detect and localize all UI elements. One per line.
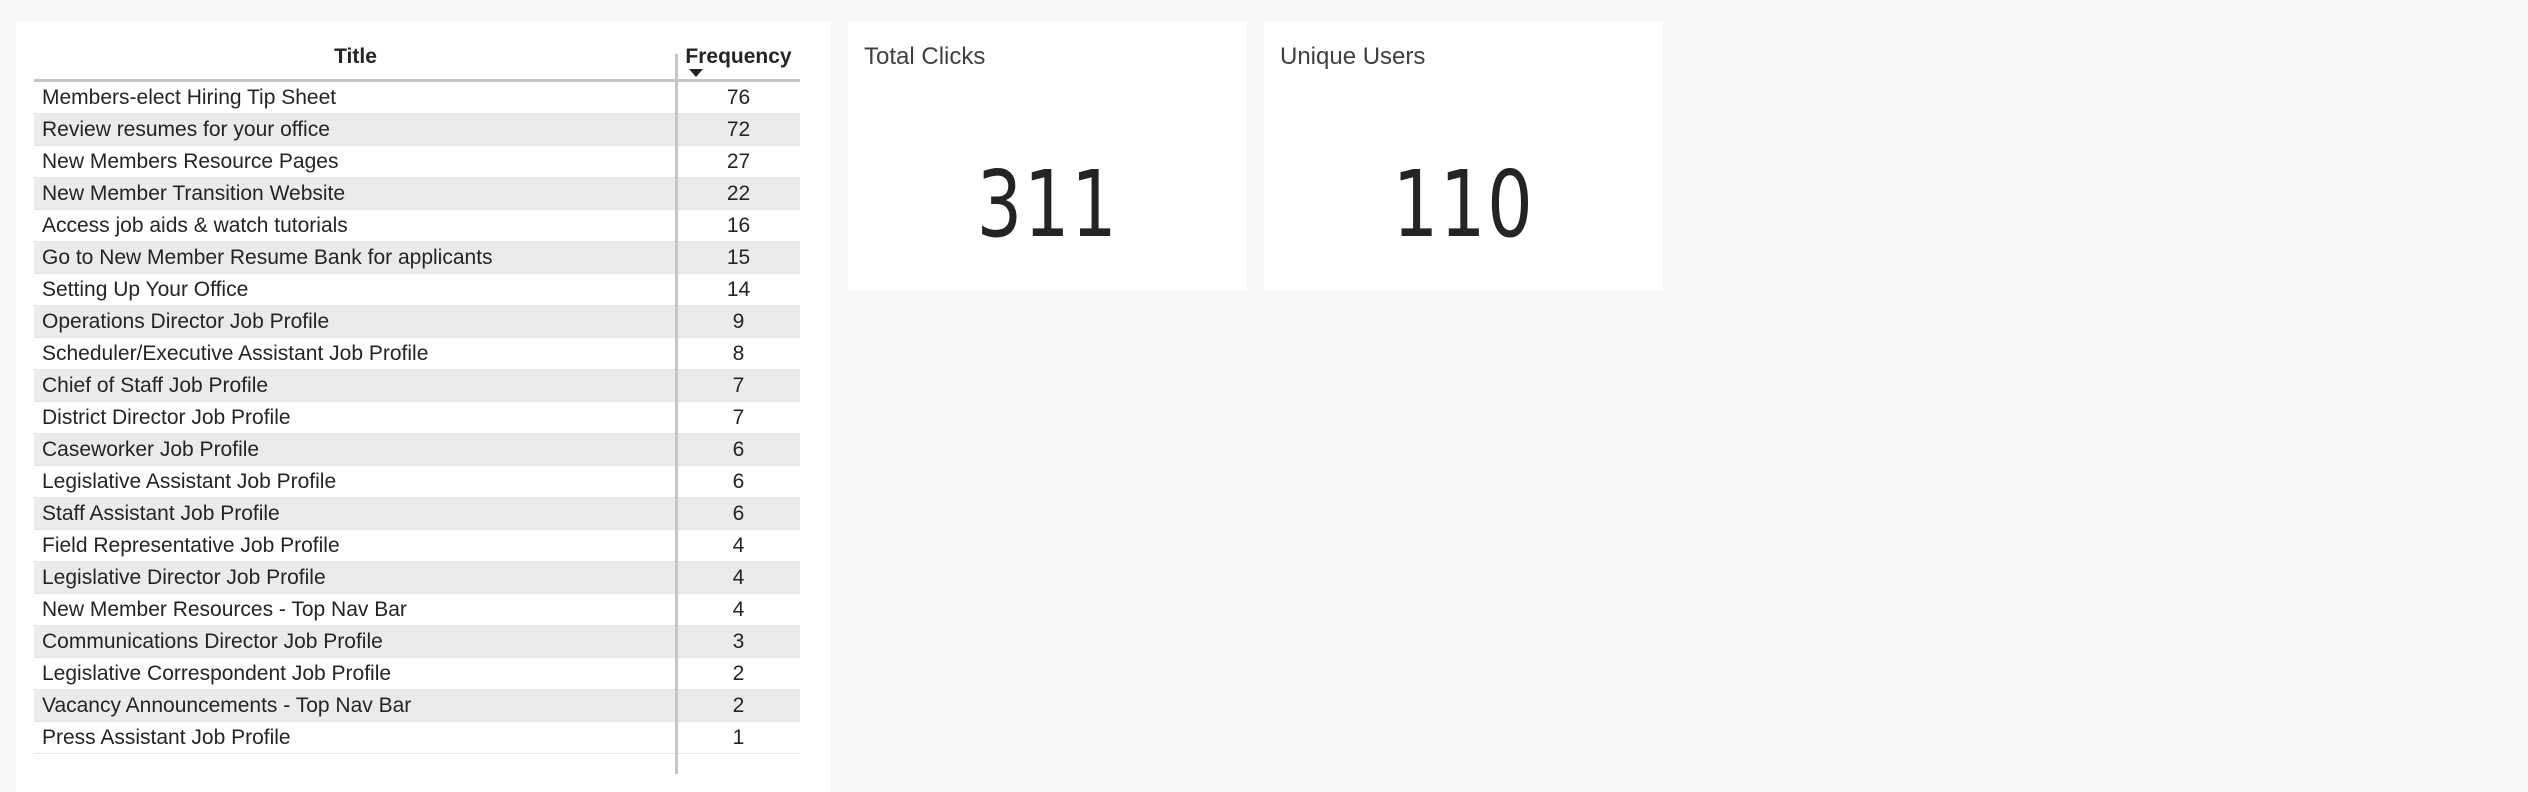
- cell-title: Go to New Member Resume Bank for applica…: [42, 245, 493, 269]
- cell-title: Vacancy Announcements - Top Nav Bar: [42, 693, 412, 717]
- table-row[interactable]: New Member Transition Website 22: [34, 178, 800, 210]
- table-row[interactable]: Members-elect Hiring Tip Sheet 76: [34, 82, 800, 114]
- table-row[interactable]: Legislative Assistant Job Profile 6: [34, 466, 800, 498]
- table-header: Title Frequency: [34, 35, 800, 82]
- sort-descending-icon[interactable]: [689, 69, 703, 77]
- table-row[interactable]: Communications Director Job Profile 3: [34, 626, 800, 658]
- column-header-frequency[interactable]: Frequency: [677, 35, 800, 79]
- cell-title: Setting Up Your Office: [42, 277, 249, 301]
- table-row[interactable]: District Director Job Profile 7: [34, 402, 800, 434]
- table-row[interactable]: Press Assistant Job Profile 1: [34, 722, 800, 754]
- table-row[interactable]: New Members Resource Pages 27: [34, 146, 800, 178]
- table-row[interactable]: Review resumes for your office 72: [34, 114, 800, 146]
- cell-frequency: 6: [732, 469, 745, 493]
- cell-title: Members-elect Hiring Tip Sheet: [42, 85, 337, 109]
- cell-frequency: 22: [726, 181, 751, 205]
- table-row[interactable]: New Member Resources - Top Nav Bar 4: [34, 594, 800, 626]
- table-row[interactable]: Chief of Staff Job Profile 7: [34, 370, 800, 402]
- table-row[interactable]: Operations Director Job Profile 9: [34, 306, 800, 338]
- cell-title: Scheduler/Executive Assistant Job Profil…: [42, 341, 429, 365]
- cell-frequency: 8: [732, 341, 745, 365]
- cell-frequency: 1: [732, 725, 745, 749]
- cell-frequency: 9: [732, 309, 745, 333]
- cell-frequency: 4: [732, 597, 745, 621]
- cell-title: Staff Assistant Job Profile: [42, 501, 280, 525]
- cell-title: New Member Resources - Top Nav Bar: [42, 597, 407, 621]
- cell-frequency: 4: [732, 565, 745, 589]
- table-row[interactable]: Legislative Correspondent Job Profile 2: [34, 658, 800, 690]
- cell-title: New Member Transition Website: [42, 181, 346, 205]
- cell-frequency: 72: [726, 117, 751, 141]
- cell-frequency: 16: [726, 213, 751, 237]
- unique-users-card[interactable]: Unique Users 110: [1264, 21, 1663, 291]
- table-row[interactable]: Field Representative Job Profile 4: [34, 530, 800, 562]
- frequency-table: Title Frequency Members-elect Hiring Tip…: [34, 35, 800, 754]
- table-body: Members-elect Hiring Tip Sheet 76 Review r…: [34, 82, 800, 754]
- cell-title: Communications Director Job Profile: [42, 629, 383, 653]
- cell-frequency: 15: [726, 245, 751, 269]
- unique-users-value: 110: [1392, 151, 1535, 258]
- cell-frequency: 7: [732, 405, 745, 429]
- table-row[interactable]: Legislative Director Job Profile 4: [34, 562, 800, 594]
- table-row[interactable]: Scheduler/Executive Assistant Job Profil…: [34, 338, 800, 370]
- table-row[interactable]: Setting Up Your Office 14: [34, 274, 800, 306]
- column-header-frequency-label: Frequency: [685, 45, 792, 68]
- cell-frequency: 2: [732, 693, 745, 717]
- table-row[interactable]: Caseworker Job Profile 6: [34, 434, 800, 466]
- total-clicks-label: Total Clicks: [864, 43, 986, 70]
- table-row[interactable]: Vacancy Announcements - Top Nav Bar 2: [34, 690, 800, 722]
- cell-frequency: 4: [732, 533, 745, 557]
- cell-title: Chief of Staff Job Profile: [42, 373, 269, 397]
- cell-title: Legislative Director Job Profile: [42, 565, 326, 589]
- cell-title: Press Assistant Job Profile: [42, 725, 291, 749]
- column-divider[interactable]: [675, 54, 678, 774]
- table-row[interactable]: Staff Assistant Job Profile 6: [34, 498, 800, 530]
- cell-title: Access job aids & watch tutorials: [42, 213, 348, 237]
- frequency-table-visual[interactable]: Title Frequency Members-elect Hiring Tip…: [16, 21, 831, 792]
- cell-title: Caseworker Job Profile: [42, 437, 260, 461]
- table-row[interactable]: Go to New Member Resume Bank for applica…: [34, 242, 800, 274]
- total-clicks-card[interactable]: Total Clicks 311: [848, 21, 1247, 291]
- cell-frequency: 6: [732, 437, 745, 461]
- cell-frequency: 7: [732, 373, 745, 397]
- table-row[interactable]: Access job aids & watch tutorials 16: [34, 210, 800, 242]
- cell-title: Operations Director Job Profile: [42, 309, 330, 333]
- cell-title: New Members Resource Pages: [42, 149, 339, 173]
- unique-users-label: Unique Users: [1280, 43, 1426, 70]
- cell-frequency: 3: [732, 629, 745, 653]
- cell-frequency: 2: [732, 661, 745, 685]
- cell-frequency: 6: [732, 501, 745, 525]
- cell-title: Field Representative Job Profile: [42, 533, 340, 557]
- cell-frequency: 76: [726, 85, 751, 109]
- total-clicks-value: 311: [976, 151, 1119, 258]
- cell-title: Review resumes for your office: [42, 117, 330, 141]
- cell-title: Legislative Assistant Job Profile: [42, 469, 337, 493]
- cell-title: District Director Job Profile: [42, 405, 291, 429]
- column-header-title[interactable]: Title: [34, 35, 677, 79]
- cell-title: Legislative Correspondent Job Profile: [42, 661, 392, 685]
- cell-frequency: 27: [726, 149, 751, 173]
- cell-frequency: 14: [726, 277, 751, 301]
